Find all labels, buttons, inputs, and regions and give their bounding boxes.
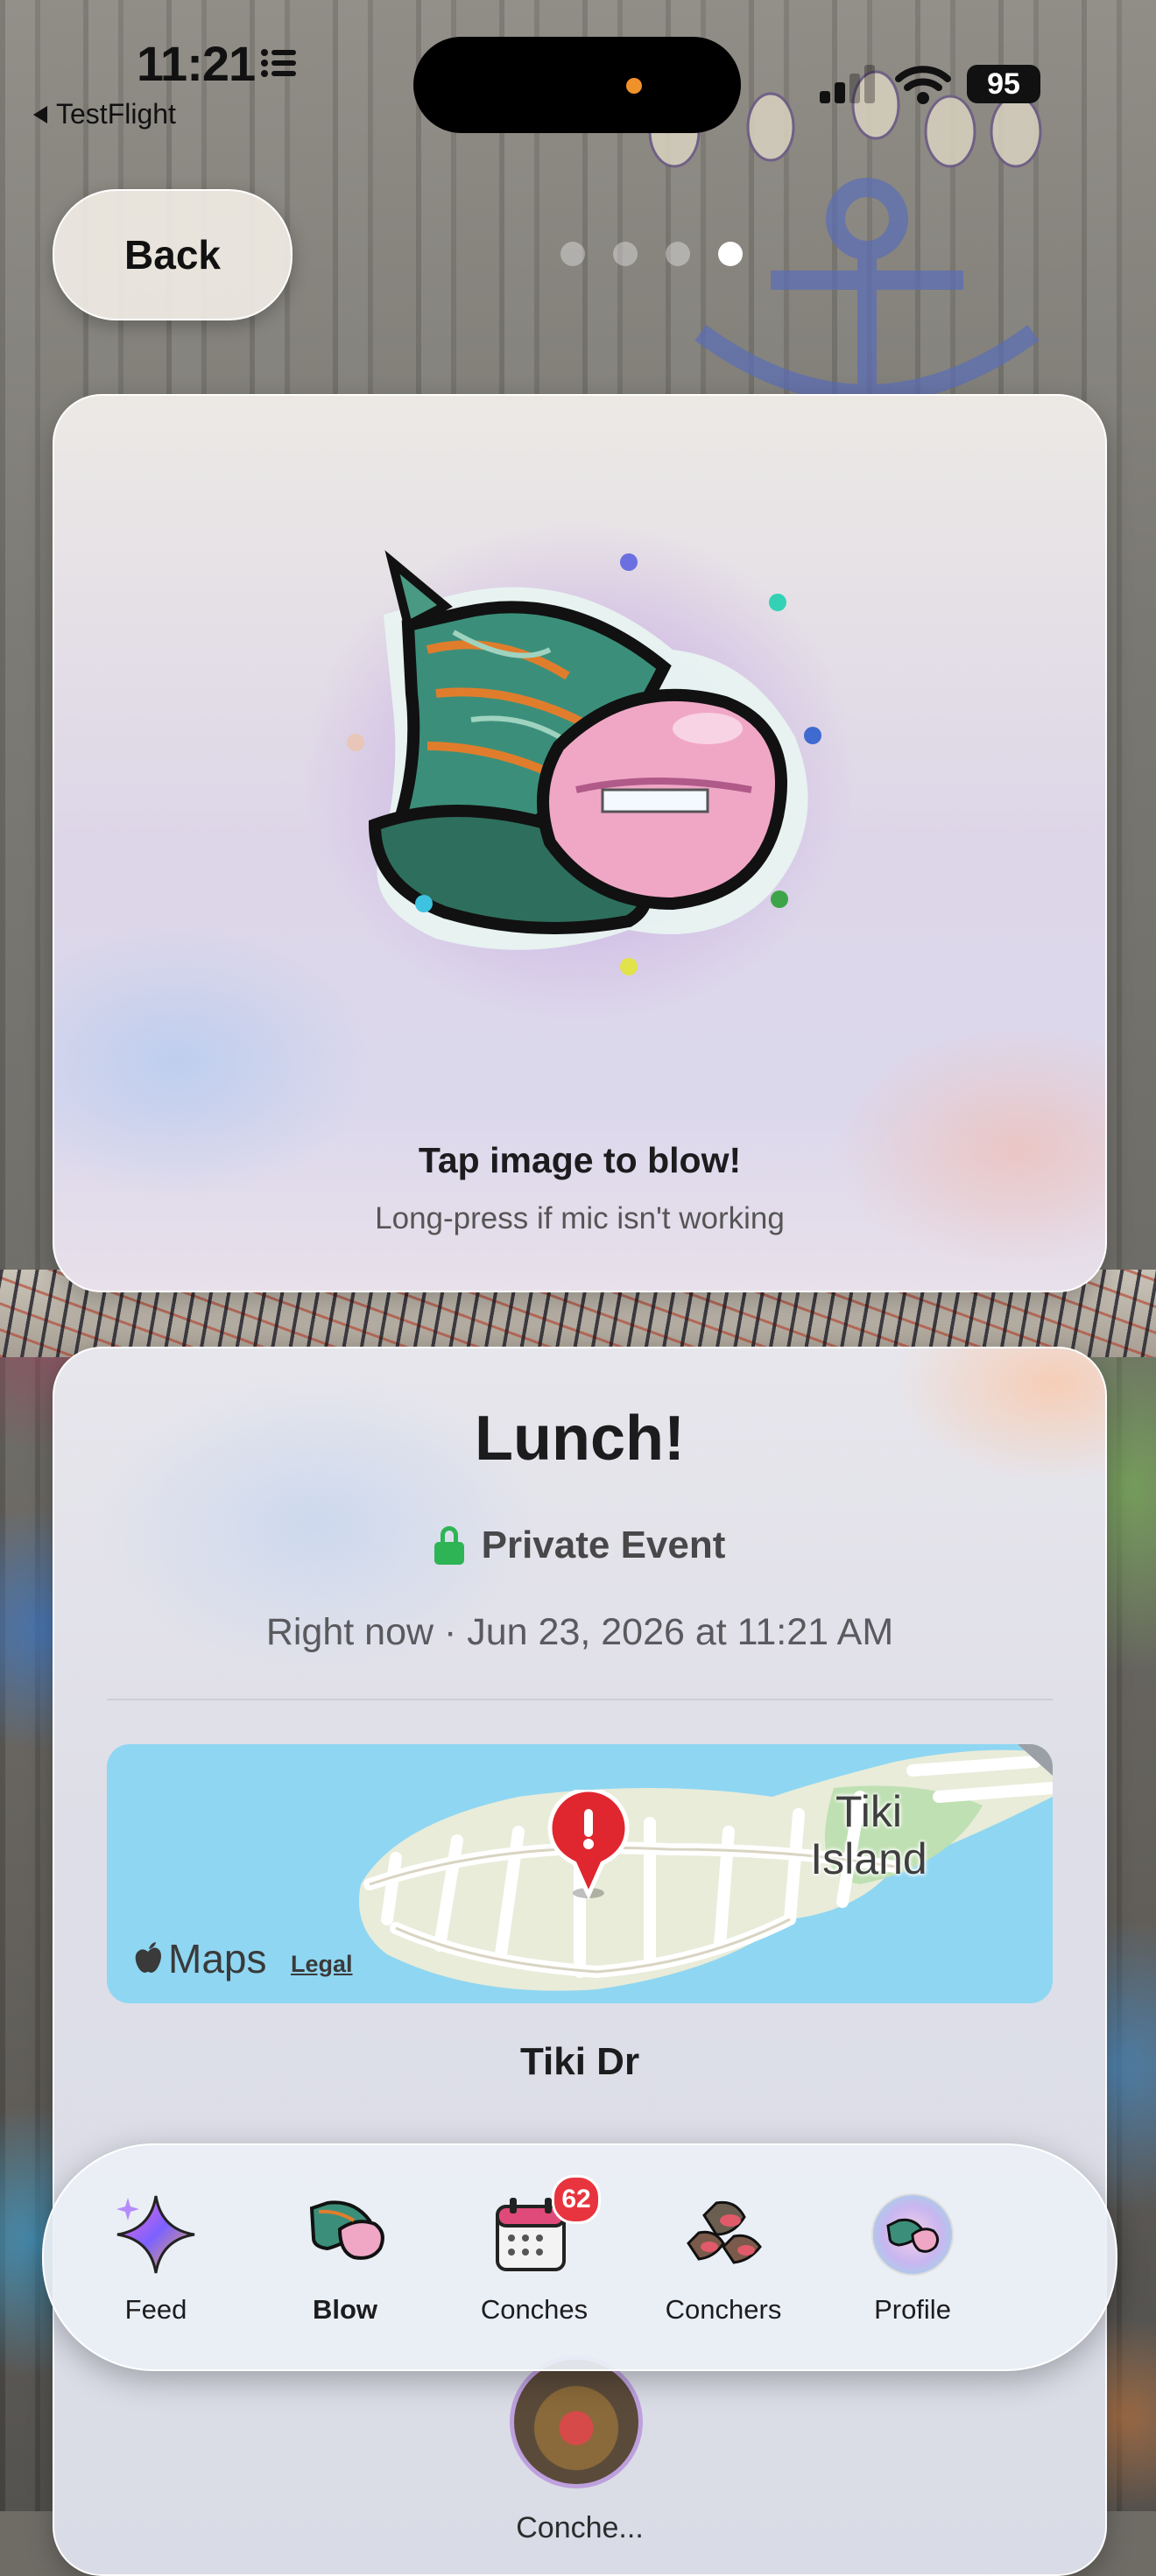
back-button[interactable]: Back (53, 189, 293, 320)
signal-icon (820, 65, 875, 103)
status-time: 11:21 (137, 36, 256, 91)
tab-profile[interactable]: Profile (818, 2145, 1007, 2369)
page-dot[interactable] (560, 242, 585, 266)
back-to-testflight[interactable]: TestFlight (33, 98, 176, 130)
privacy-row: Private Event (54, 1524, 1105, 1567)
battery-icon: 95 (967, 65, 1040, 103)
map-legal-link[interactable]: Legal (291, 1951, 353, 1978)
lock-icon (434, 1526, 464, 1565)
location-pin-icon[interactable] (545, 1790, 632, 1904)
map-place-line2: Island (810, 1834, 927, 1883)
event-card: Lunch! Private Event Right now · Jun 23,… (53, 1347, 1107, 2576)
tab-feed-label: Feed (124, 2294, 187, 2325)
event-title: Lunch! (475, 1404, 685, 1474)
profile-avatar-icon (871, 2193, 954, 2276)
apple-logo-icon (135, 1942, 161, 1973)
tab-conchers[interactable]: Conchers (629, 2145, 818, 2369)
tab-blow-label: Blow (312, 2294, 378, 2325)
blow-instruction-subtitle: Long-press if mic isn't working (375, 1201, 785, 1235)
map-place-line1: Tiki (835, 1787, 902, 1836)
testflight-label: TestFlight (56, 98, 176, 130)
tab-bar: Feed Blow 62 Conches Conchers Profile (42, 2143, 1117, 2371)
tab-conches-label: Conches (480, 2294, 589, 2325)
tab-conchers-label: Conchers (665, 2294, 782, 2325)
dynamic-island (413, 37, 741, 133)
map-place-label: Tiki Island (781, 1788, 956, 1883)
page-indicator[interactable] (560, 242, 743, 266)
sparkle-icon (116, 2195, 195, 2274)
maps-brand: Maps (168, 1936, 267, 1981)
blow-instruction-title: Tap image to blow! (418, 1140, 742, 1180)
event-map[interactable]: Tiki Island Maps Legal (107, 1744, 1053, 2003)
page-dot[interactable] (666, 242, 690, 266)
conch-shell-lips-icon[interactable] (340, 527, 830, 982)
privacy-label: Private Event (481, 1524, 726, 1566)
wifi-icon (895, 66, 951, 104)
page-dot-active[interactable] (718, 242, 743, 266)
conchers-group-icon (687, 2200, 762, 2264)
event-date: Right now · Jun 23, 2026 at 11:21 AM (265, 1611, 894, 1653)
conches-badge: 62 (552, 2175, 601, 2224)
blow-card[interactable]: Tap image to blow! Long-press if mic isn… (53, 394, 1107, 1292)
divider (107, 1699, 1053, 1700)
back-triangle-icon (33, 105, 47, 123)
concher-avatar[interactable] (510, 2355, 643, 2488)
concher-caption: Conche... (516, 2511, 644, 2544)
apple-maps-logo: Maps (133, 1935, 266, 1982)
list-icon (261, 49, 296, 77)
conch-icon (309, 2200, 384, 2260)
tab-conches[interactable]: 62 Conches (440, 2145, 629, 2369)
page-dot[interactable] (613, 242, 638, 266)
event-street: Tiki Dr (519, 2040, 640, 2083)
tab-feed[interactable]: Feed (61, 2145, 250, 2369)
tab-blow[interactable]: Blow (250, 2145, 440, 2369)
tab-profile-label: Profile (874, 2294, 951, 2325)
